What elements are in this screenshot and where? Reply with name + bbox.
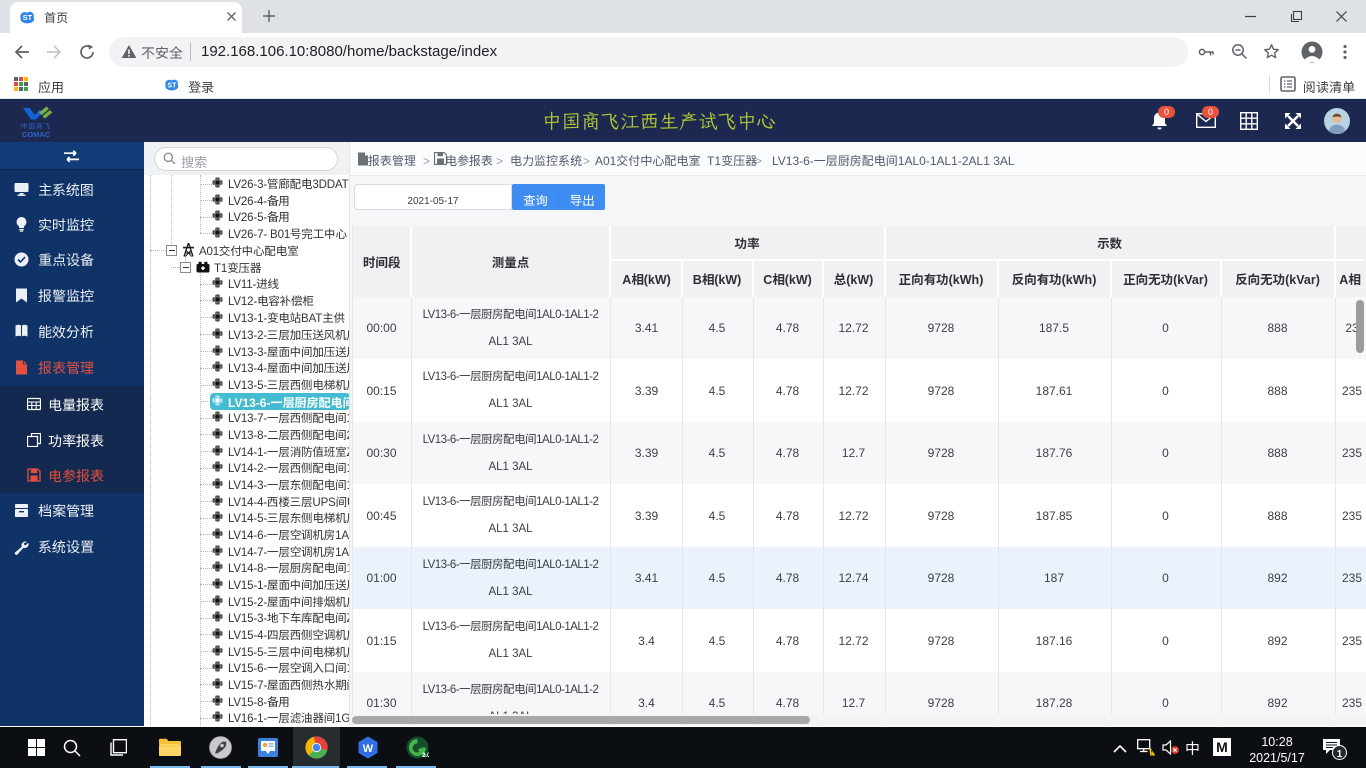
svg-text:W: W xyxy=(363,743,374,755)
svg-text:ST: ST xyxy=(167,82,177,89)
svg-text:ST: ST xyxy=(23,13,33,22)
svg-text:2.0: 2.0 xyxy=(422,753,429,759)
svg-text:中国商飞: 中国商飞 xyxy=(21,121,51,131)
svg-text:COMAC: COMAC xyxy=(22,130,51,139)
